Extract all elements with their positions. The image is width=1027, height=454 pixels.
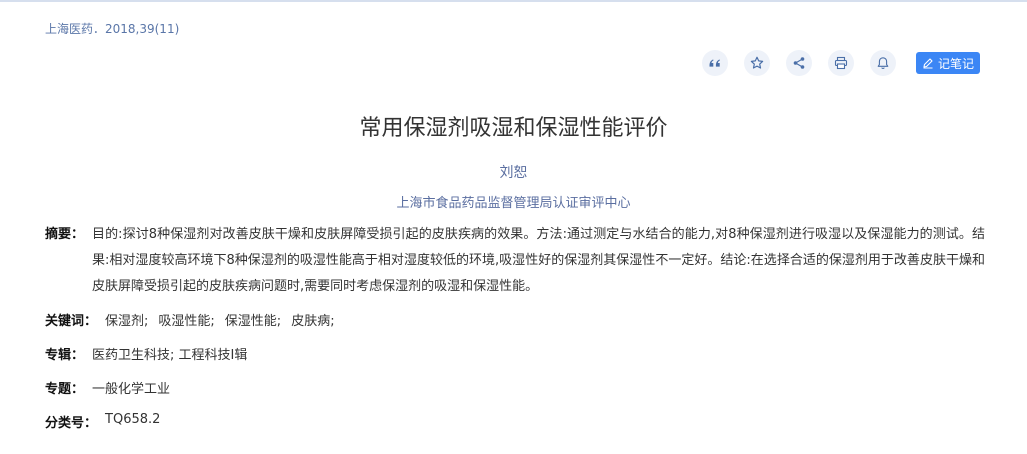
quote-icon xyxy=(708,56,722,70)
bell-icon xyxy=(876,56,890,70)
topic-value: 一般化学工业 xyxy=(92,382,171,397)
classification-label: 分类号： xyxy=(45,416,98,431)
print-button[interactable] xyxy=(828,50,854,76)
article-author[interactable]: 刘恕 xyxy=(0,162,1027,182)
cite-button[interactable] xyxy=(702,50,728,76)
keywords-label: 关键词： xyxy=(45,314,98,329)
keyword-link[interactable]: 保湿性能; xyxy=(225,310,281,329)
share-icon xyxy=(792,56,806,70)
topic-row: 专题： 一般化学工业 xyxy=(45,378,170,397)
abstract-section: 摘要： 目的:探讨8种保湿剂对改善皮肤干燥和皮肤屏障受损引起的皮肤疾病的效果。方… xyxy=(45,222,985,300)
topic-label: 专题： xyxy=(45,382,85,397)
share-button[interactable] xyxy=(786,50,812,76)
print-icon xyxy=(834,56,848,70)
article-toolbar: 记笔记 xyxy=(702,50,981,76)
keyword-link[interactable]: 吸湿性能; xyxy=(158,310,214,329)
classification-value: TQ658.2 xyxy=(105,412,161,427)
keyword-link[interactable]: 皮肤病; xyxy=(291,310,334,329)
keyword-link[interactable]: 保湿剂; xyxy=(105,310,148,329)
keywords-row: 关键词： 保湿剂; 吸湿性能; 保湿性能; 皮肤病; xyxy=(45,310,345,329)
top-divider xyxy=(0,0,1027,2)
star-icon xyxy=(750,56,764,70)
series-row: 专辑： 医药卫生科技; 工程科技Ⅰ辑 xyxy=(45,344,247,363)
take-note-button[interactable]: 记笔记 xyxy=(916,52,981,74)
abstract-text: 目的:探讨8种保湿剂对改善皮肤干燥和皮肤屏障受损引起的皮肤疾病的效果。方法:通过… xyxy=(92,227,985,294)
author-organization[interactable]: 上海市食品药品监督管理局认证审评中心 xyxy=(0,192,1027,211)
article-detail-page: 上海医药．2018,39(11) 记笔记 常用保湿剂吸湿和保湿性能评价 刘恕 上… xyxy=(0,0,1027,454)
subscribe-button[interactable] xyxy=(870,50,896,76)
favorite-button[interactable] xyxy=(744,50,770,76)
journal-source[interactable]: 上海医药．2018,39(11) xyxy=(45,20,179,37)
series-value: 医药卫生科技; 工程科技Ⅰ辑 xyxy=(92,348,248,363)
classification-row: 分类号： TQ658.2 xyxy=(45,412,160,431)
series-label: 专辑： xyxy=(45,348,85,363)
take-note-label: 记笔记 xyxy=(938,56,975,71)
article-title: 常用保湿剂吸湿和保湿性能评价 xyxy=(359,116,668,141)
pencil-icon xyxy=(922,57,938,69)
abstract-label: 摘要： xyxy=(45,227,85,242)
